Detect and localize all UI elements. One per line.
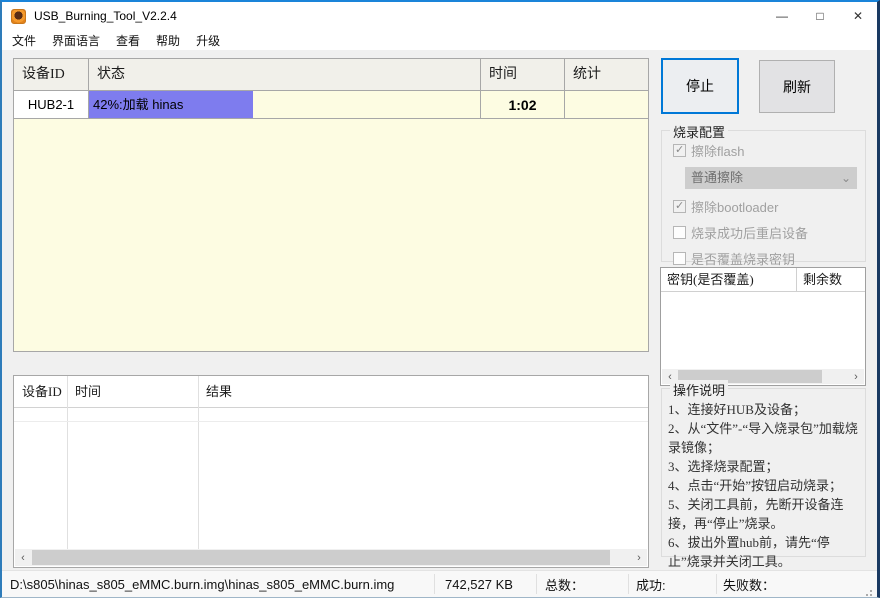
close-icon: ✕	[853, 10, 863, 22]
file-path: D:\s805\hinas_s805_eMMC.burn.img\hinas_s…	[10, 571, 394, 597]
instruction-line: 3、选择烧录配置；	[668, 457, 861, 476]
chevron-down-icon: ⌄	[841, 167, 851, 189]
col-time: 时间	[481, 59, 565, 90]
result-table-header: 设备ID 时间 结果	[14, 376, 648, 408]
key-table-header: 密钥(是否覆盖) 剩余数	[661, 268, 865, 292]
erase-flash-checkbox[interactable]	[673, 144, 686, 157]
col-result-device-id: 设备ID	[14, 376, 67, 407]
window-title: USB_Burning_Tool_V2.2.4	[34, 9, 177, 23]
instruction-line: 1、连接好HUB及设备；	[668, 400, 861, 419]
status-divider	[536, 574, 537, 594]
device-table: 设备ID 状态 时间 统计 HUB2-1 42%:加载 hinas 1:02	[13, 58, 649, 352]
scroll-right-icon[interactable]: ›	[631, 549, 647, 566]
erase-bootloader-option[interactable]: 擦除bootloader	[673, 197, 865, 216]
key-table: 密钥(是否覆盖) 剩余数 ‹ ›	[660, 267, 866, 386]
menu-help[interactable]: 帮助	[148, 30, 188, 51]
refresh-button[interactable]: 刷新	[759, 60, 835, 113]
app-icon	[11, 9, 26, 24]
menu-bar: 文件 界面语言 查看 帮助 升级	[2, 30, 877, 50]
result-table: 设备ID 时间 结果 ‹ ›	[13, 375, 649, 568]
scrollbar-thumb[interactable]	[32, 550, 610, 565]
device-table-header: 设备ID 状态 时间 统计	[14, 59, 648, 91]
title-bar: USB_Burning_Tool_V2.2.4 — □ ✕	[2, 2, 877, 30]
instructions-group: 操作说明 1、连接好HUB及设备； 2、从“文件”-“导入烧录包”加载烧录镜像；…	[661, 388, 866, 557]
menu-upgrade[interactable]: 升级	[188, 30, 228, 51]
fail-count-label: 失败数：	[723, 571, 775, 597]
table-row[interactable]: HUB2-1 42%:加载 hinas 1:02	[14, 91, 648, 119]
instructions-text: 1、连接好HUB及设备； 2、从“文件”-“导入烧录包”加载烧录镜像； 3、选择…	[662, 389, 865, 571]
instruction-line: 6、拔出外置hub前，请先“停止”烧录并关闭工具。	[668, 533, 861, 571]
col-status: 状态	[89, 59, 481, 90]
instructions-title: 操作说明	[670, 380, 728, 399]
status-cell: 42%:加载 hinas	[89, 91, 481, 118]
erase-flash-label: 擦除flash	[691, 141, 744, 160]
overwrite-key-label: 是否覆盖烧录密钥	[691, 249, 795, 268]
scroll-right-icon[interactable]: ›	[848, 369, 864, 384]
resize-grip[interactable]	[870, 590, 872, 592]
reboot-after-success-option[interactable]: 烧录成功后重启设备	[673, 223, 865, 242]
close-button[interactable]: ✕	[839, 2, 877, 30]
success-count-label: 成功:	[636, 571, 666, 597]
col-device-id: 设备ID	[14, 59, 89, 90]
burn-config-group: 烧录配置 擦除flash 普通擦除 ⌄ 擦除bootloader 烧录成功后重启…	[661, 130, 866, 262]
col-result-time: 时间	[67, 376, 198, 407]
result-table-hscrollbar[interactable]: ‹ ›	[15, 549, 647, 566]
overwrite-key-checkbox[interactable]	[673, 252, 686, 265]
minimize-button[interactable]: —	[763, 2, 801, 30]
scroll-left-icon[interactable]: ‹	[15, 549, 31, 566]
window-controls: — □ ✕	[763, 2, 877, 30]
instruction-line: 4、点击“开始”按钮启动烧录；	[668, 476, 861, 495]
stop-button[interactable]: 停止	[661, 58, 739, 114]
maximize-icon: □	[816, 10, 823, 22]
col-stats: 统计	[565, 59, 648, 90]
time-cell: 1:02	[481, 91, 565, 118]
col-result: 结果	[198, 376, 648, 407]
status-divider	[434, 574, 435, 594]
app-window: USB_Burning_Tool_V2.2.4 — □ ✕ 文件 界面语言 查看…	[0, 0, 880, 598]
device-id-cell: HUB2-1	[14, 91, 89, 118]
instruction-line: 2、从“文件”-“导入烧录包”加载烧录镜像；	[668, 419, 861, 457]
erase-flash-option[interactable]: 擦除flash	[673, 141, 865, 160]
total-count-label: 总数：	[545, 571, 584, 597]
menu-view[interactable]: 查看	[108, 30, 148, 51]
file-size: 742,527 KB	[445, 571, 513, 597]
overwrite-key-option[interactable]: 是否覆盖烧录密钥	[673, 249, 865, 268]
column-divider	[198, 376, 199, 550]
row-divider	[14, 421, 648, 422]
status-bar: D:\s805\hinas_s805_eMMC.burn.img\hinas_s…	[2, 570, 877, 597]
status-text: 42%:加载 hinas	[89, 91, 480, 118]
burn-config-title: 烧录配置	[670, 122, 728, 141]
menu-file[interactable]: 文件	[4, 30, 44, 51]
erase-mode-value: 普通擦除	[691, 170, 743, 185]
maximize-button[interactable]: □	[801, 2, 839, 30]
menu-language[interactable]: 界面语言	[44, 30, 108, 51]
column-divider	[67, 376, 68, 550]
status-divider	[628, 574, 629, 594]
col-remaining: 剩余数	[797, 268, 865, 291]
col-key: 密钥(是否覆盖)	[661, 268, 797, 291]
reboot-after-success-label: 烧录成功后重启设备	[691, 223, 808, 242]
erase-bootloader-label: 擦除bootloader	[691, 197, 778, 216]
erase-bootloader-checkbox[interactable]	[673, 200, 686, 213]
erase-mode-select[interactable]: 普通擦除 ⌄	[685, 167, 857, 189]
minimize-icon: —	[776, 10, 788, 22]
reboot-after-success-checkbox[interactable]	[673, 226, 686, 239]
status-divider	[716, 574, 717, 594]
instruction-line: 5、关闭工具前，先断开设备连接，再“停止”烧录。	[668, 495, 861, 533]
stats-cell	[565, 91, 648, 118]
